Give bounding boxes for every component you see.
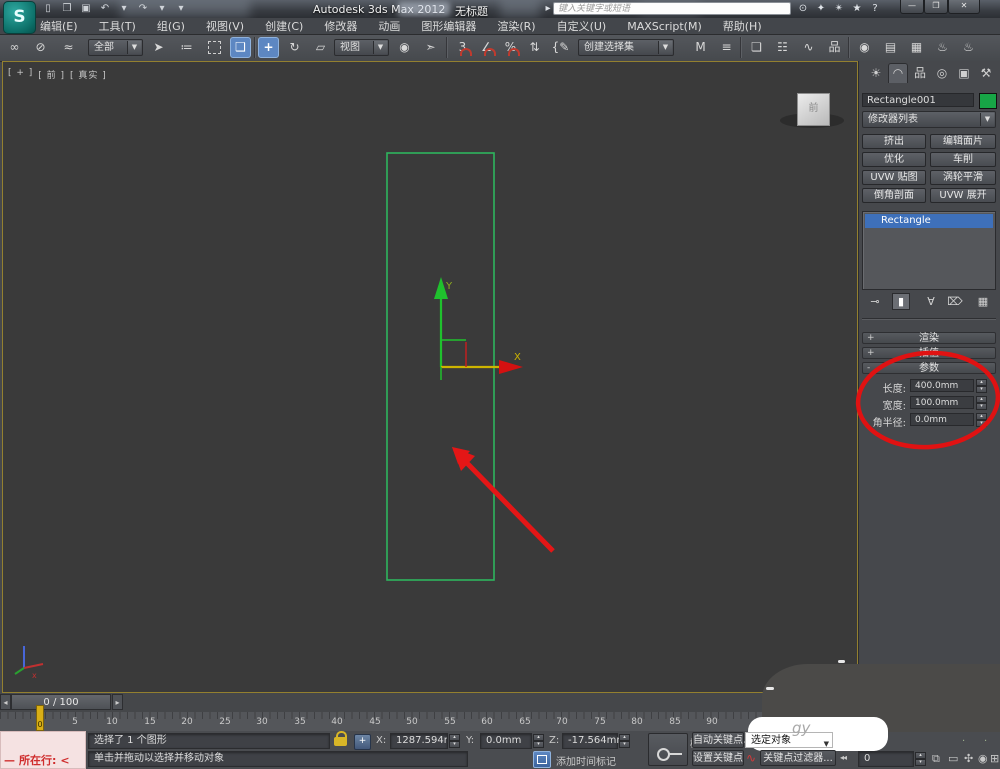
annotation-red-circle [855, 350, 1000, 450]
annotation-circle-layer [855, 350, 1000, 450]
3dsmax-window: S ▯ ❒ ▣ ↶ ▾ ↷ ▾ ▾ Autodesk 3ds Max 2012 … [0, 0, 1000, 769]
